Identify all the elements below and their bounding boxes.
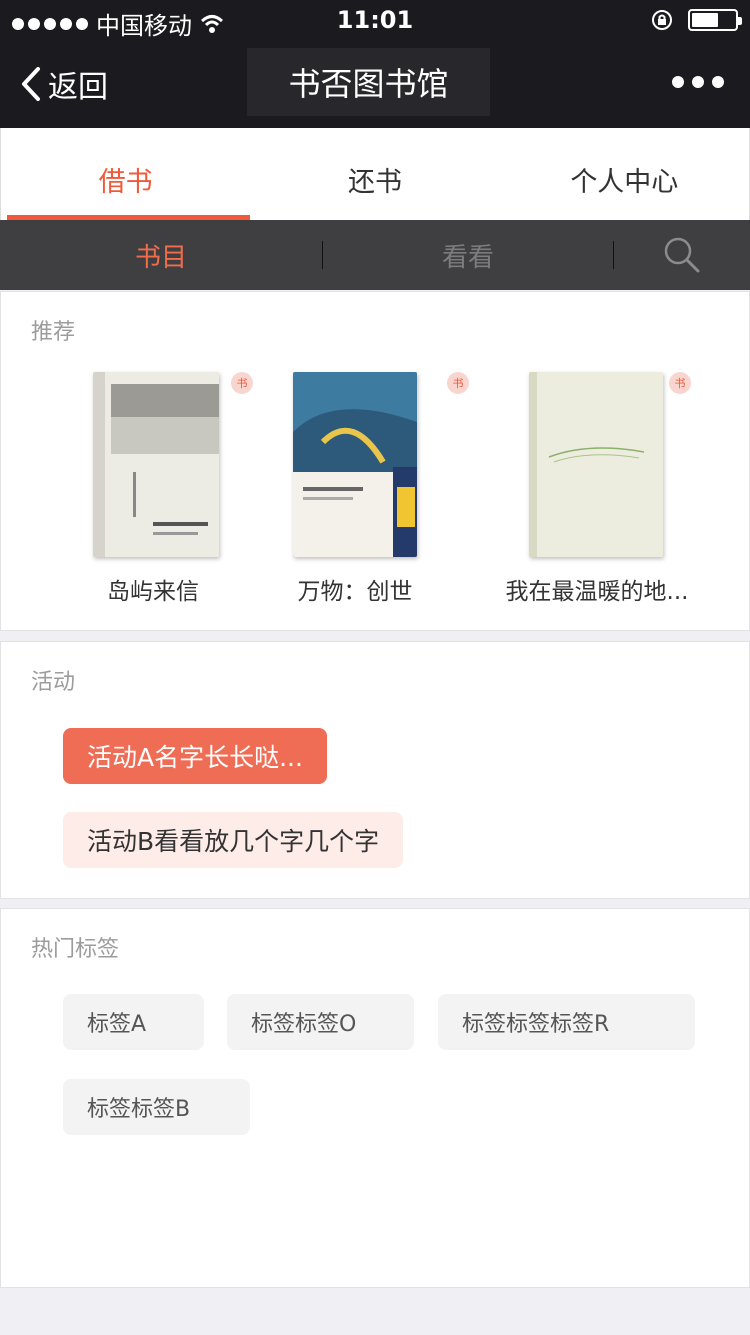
more-dot-icon [692, 76, 704, 88]
book-title: 我在最温暖的地... [505, 579, 689, 605]
book-cover-art [293, 372, 417, 557]
tag-item[interactable]: 标签标签标签R [438, 994, 695, 1050]
hot-tags-panel: 热门标签 标签A 标签标签O 标签标签标签R 标签标签B [0, 908, 750, 1288]
book-cover-art [93, 372, 219, 557]
book-cover [93, 372, 219, 557]
subtab-catalog[interactable]: 书目 [0, 237, 322, 274]
tab-borrow[interactable]: 借书 [1, 128, 251, 220]
book-title: 万物：创世 [297, 579, 413, 605]
activities-title: 活动 [31, 670, 76, 695]
search-icon [664, 237, 699, 273]
book-list: 书 岛屿来信 书 万物：创世 书 我在最温暖的地... [1, 372, 750, 605]
recommend-panel: 推荐 书 岛屿来信 书 万物：创世 书 我在最温暖的地... [0, 291, 750, 631]
hot-tags-title: 热门标签 [31, 937, 120, 962]
recommend-title: 推荐 [31, 320, 76, 345]
tab-profile[interactable]: 个人中心 [500, 128, 749, 220]
subtab-browse[interactable]: 看看 [323, 237, 613, 274]
tag-item[interactable]: 标签标签O [227, 994, 414, 1050]
tab-return[interactable]: 还书 [250, 128, 499, 220]
rotation-lock-icon [652, 10, 672, 30]
nav-bar: 返回 书否图书馆 [0, 40, 750, 128]
back-label: 返回 [48, 70, 108, 105]
chevron-left-icon [22, 67, 40, 101]
search-button[interactable] [614, 236, 749, 274]
book-cover [293, 372, 417, 557]
status-time: 11:01 [336, 6, 414, 34]
more-button[interactable] [672, 76, 724, 88]
status-right [650, 8, 742, 32]
book-cover-art [529, 372, 663, 557]
sub-tabs: 书目 看看 [0, 220, 750, 290]
activities-panel: 活动 活动A名字长长哒... 活动B看看放几个字几个字 [0, 641, 750, 899]
main-tabs: 借书 还书 个人中心 [0, 128, 750, 220]
activity-item[interactable]: 活动A名字长长哒... [63, 728, 327, 784]
more-dot-icon [672, 76, 684, 88]
tag-item[interactable]: 标签标签B [63, 1079, 250, 1135]
activity-item[interactable]: 活动B看看放几个字几个字 [63, 812, 404, 868]
more-dot-icon [712, 76, 724, 88]
book-badge-icon: 书 [447, 372, 469, 394]
book-badge-icon: 书 [669, 372, 691, 394]
book-cover [529, 372, 663, 557]
back-button[interactable]: 返回 [20, 62, 108, 106]
page-title: 书否图书馆 [247, 48, 490, 116]
book-badge-icon: 书 [231, 372, 253, 394]
battery-icon [688, 9, 742, 31]
status-bar: 中国移动 11:01 [0, 0, 750, 40]
tag-item[interactable]: 标签A [63, 994, 204, 1050]
